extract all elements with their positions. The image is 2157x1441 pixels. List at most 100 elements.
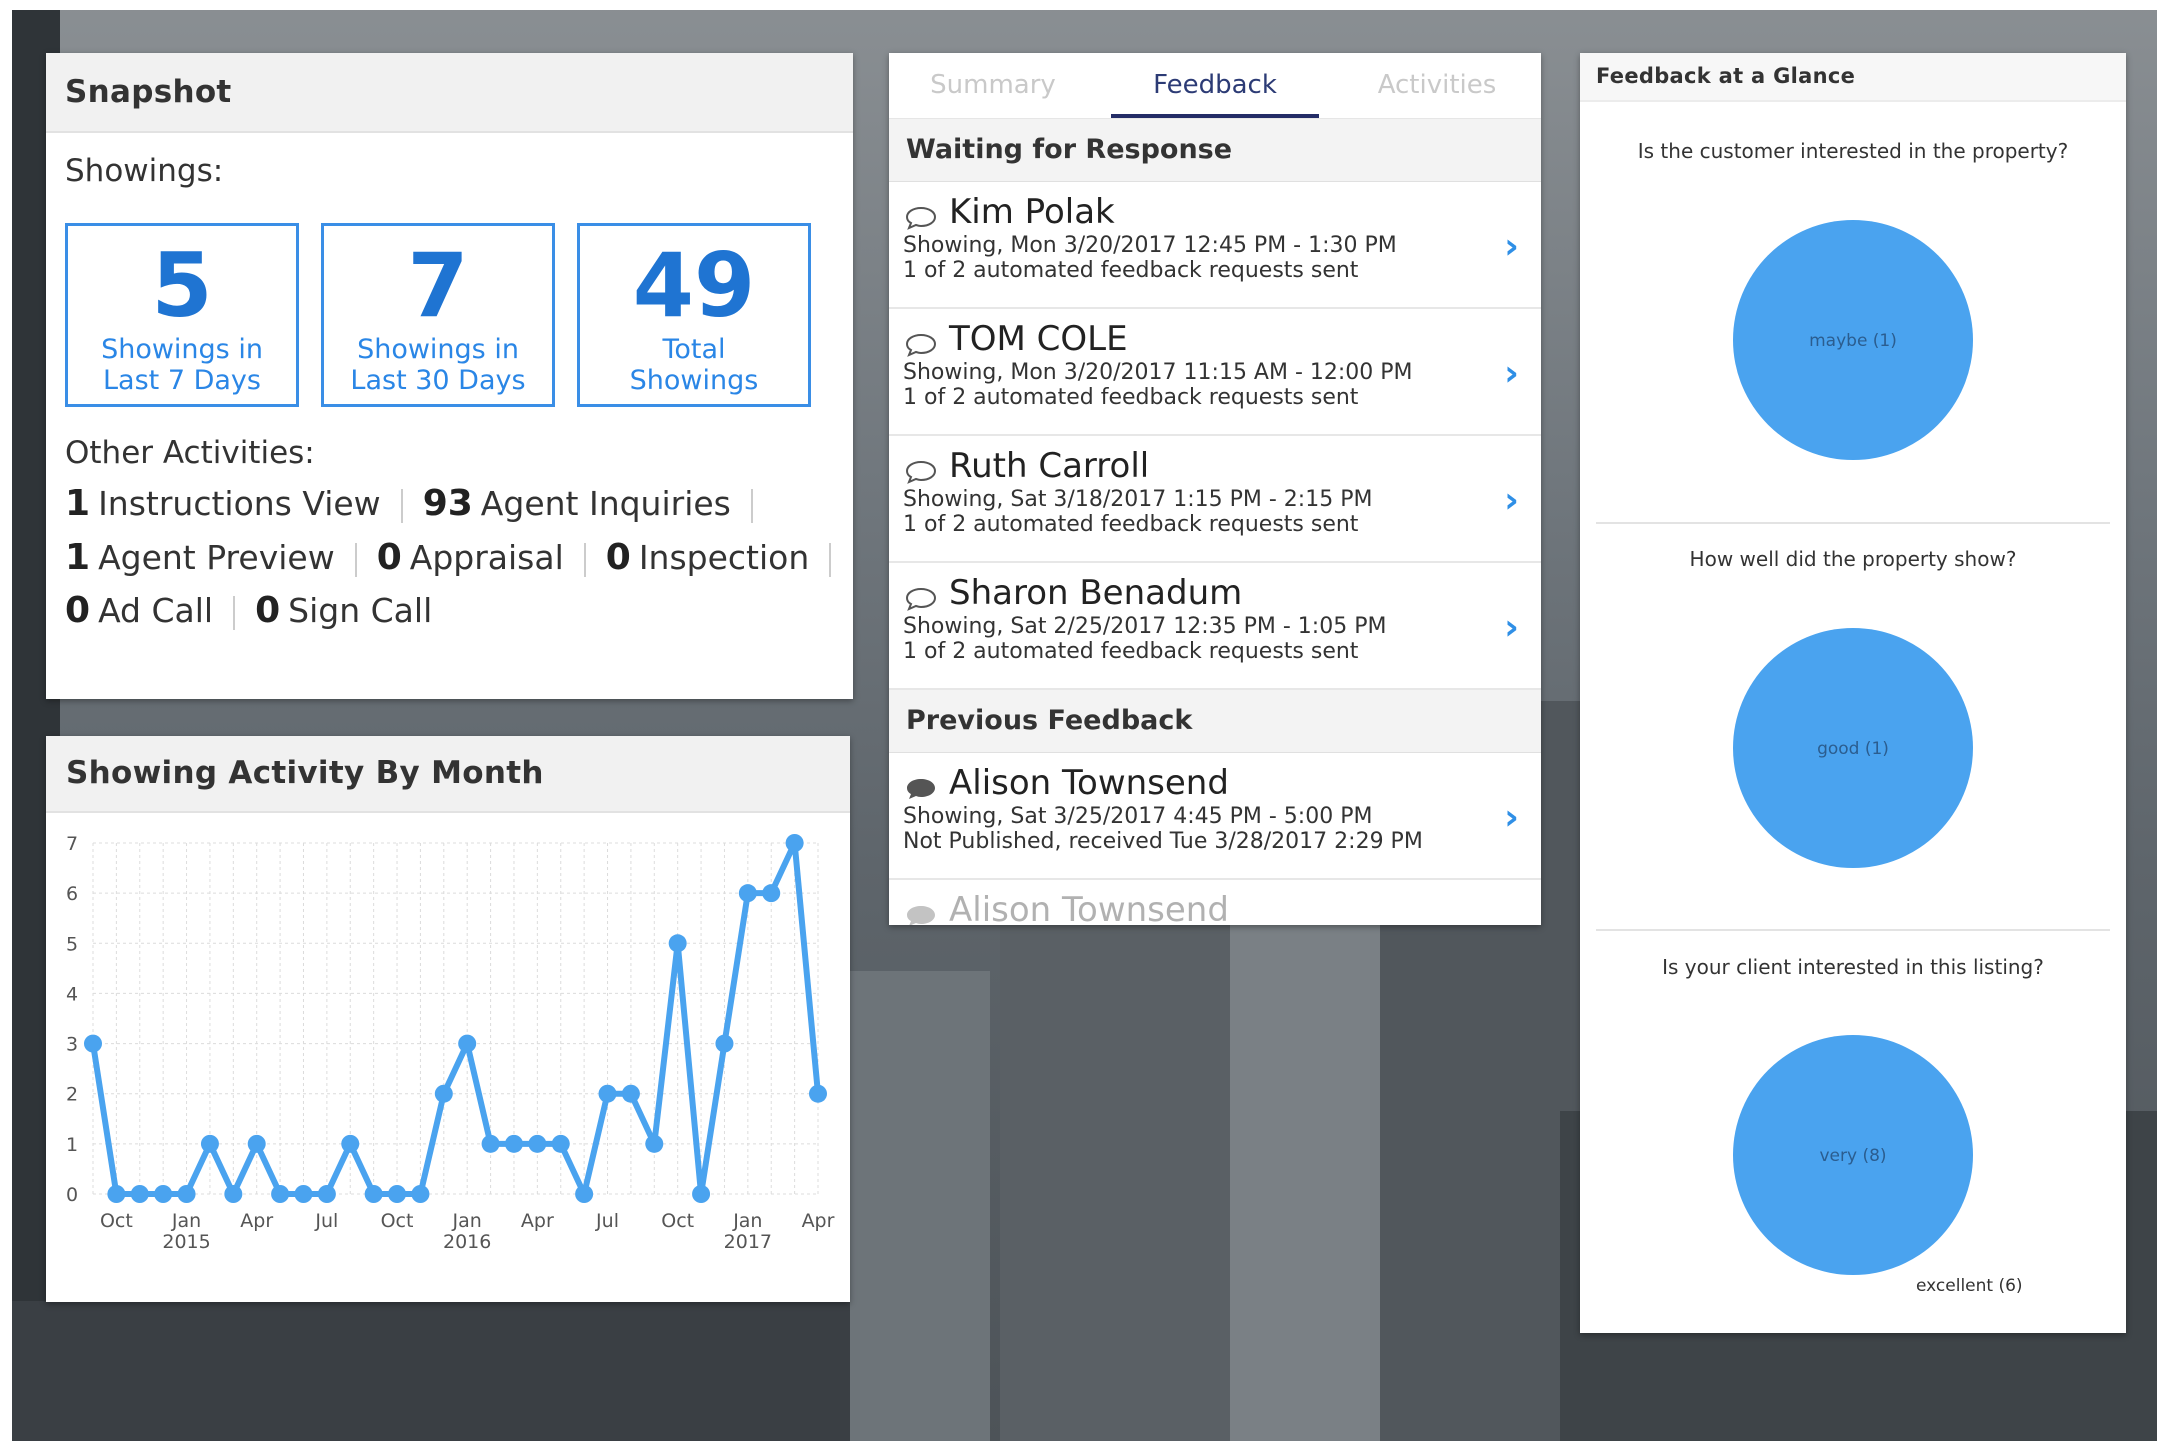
feedback-panel: Summary Feedback Activities Waiting for … (889, 53, 1541, 925)
answer-pie-chart: good (1) (1733, 628, 1973, 868)
x-tick-label: Oct (661, 1210, 694, 1232)
tab-feedback[interactable]: Feedback (1111, 53, 1319, 118)
showing-activity-chart: 01234567Oct Jan2015Apr Jul Oct Jan2016Apr Jul… (66, 833, 835, 1253)
x-tick-year-label: 2017 (724, 1231, 772, 1253)
answer-pie-chart: very (8) (1733, 1035, 1973, 1275)
y-tick-label: 7 (66, 833, 78, 855)
y-tick-label: 4 (66, 983, 78, 1005)
y-tick-label: 5 (66, 933, 78, 955)
data-point (785, 834, 804, 852)
data-point (84, 1034, 102, 1053)
contact-name: Kim Polak (949, 192, 1115, 232)
x-tick-year-label: 2015 (162, 1231, 210, 1253)
data-point (762, 884, 781, 903)
divider (354, 542, 357, 577)
x-tick-label: Apr (521, 1210, 554, 1232)
chevron-right-icon[interactable]: › (1504, 797, 1519, 838)
divider (829, 542, 832, 577)
comment-filled-icon (907, 779, 935, 799)
y-tick-label: 1 (66, 1134, 78, 1156)
showing-time: Showing, Mon 3/20/2017 11:15 AM - 12:00 … (903, 360, 1413, 385)
data-point (434, 1084, 453, 1103)
stat-caption: Showings in (357, 334, 519, 365)
y-tick-label: 2 (66, 1084, 78, 1106)
contact-name: Ruth Carroll (949, 446, 1150, 486)
pie-slice-label: very (8) (1819, 1146, 1886, 1166)
chevron-right-icon[interactable]: › (1504, 353, 1519, 394)
y-tick-label: 6 (66, 883, 78, 905)
tab-summary[interactable]: Summary (889, 53, 1097, 118)
activity-item: 1 Agent Preview (65, 537, 335, 578)
showing-activity-card: Showing Activity By Month 0 1 2 3 4 5 6 7 Oct Jan… (46, 736, 850, 1302)
x-tick-label: Jan (171, 1210, 201, 1232)
showings-stats: 5 Showings in Last 7 Days 7 Showings in … (65, 223, 835, 413)
pie-slice-label: excellent (6) (1916, 1276, 2023, 1296)
data-point (621, 1084, 640, 1103)
glance-title: Feedback at a Glance (1580, 53, 2126, 102)
x-tick-label: Jul (314, 1210, 338, 1232)
showing-time: Showing, Sat 3/18/2017 1:15 PM - 2:15 PM (903, 487, 1373, 512)
data-point (411, 1185, 430, 1203)
comment-outline-icon (905, 206, 937, 230)
y-tick-label: 3 (66, 1034, 78, 1056)
activity-item: 0 Sign Call (255, 590, 433, 631)
feedback-request-item[interactable]: Sharon Benadum Showing, Sat 2/25/2017 12… (889, 563, 1541, 690)
data-point (200, 1134, 219, 1153)
feedback-request-item[interactable]: Ruth Carroll Showing, Sat 3/18/2017 1:15… (889, 436, 1541, 563)
data-point (388, 1185, 407, 1203)
activities-row-3: 0 Ad Call 0 Sign Call (65, 590, 432, 631)
data-point (458, 1034, 477, 1053)
data-point (715, 1034, 734, 1053)
x-tick-label: Apr (240, 1210, 273, 1232)
stat-caption: Last 7 Days (103, 365, 261, 396)
showing-time: Showing, Mon 3/20/2017 12:45 PM - 1:30 P… (903, 233, 1397, 258)
chevron-right-icon[interactable]: › (1504, 607, 1519, 648)
data-point (154, 1185, 173, 1203)
stat-last-30-days[interactable]: 7 Showings in Last 30 Days (321, 223, 555, 407)
stat-last-7-days[interactable]: 5 Showings in Last 7 Days (65, 223, 299, 407)
y-tick-label: 0 (66, 1184, 78, 1206)
previous-feedback-item[interactable]: Alison Townsend (889, 880, 1541, 925)
request-status: 1 of 2 automated feedback requests sent (903, 639, 1359, 664)
divider (750, 488, 753, 523)
data-point (645, 1134, 664, 1153)
data-point (598, 1084, 617, 1103)
contact-name: Sharon Benadum (949, 573, 1243, 613)
comment-outline-icon (905, 333, 937, 357)
data-point (364, 1185, 383, 1203)
activity-item: 0 Ad Call (65, 590, 214, 631)
activity-item: 1 Instructions View (65, 483, 381, 524)
divider (233, 595, 236, 630)
request-status: 1 of 2 automated feedback requests sent (903, 385, 1359, 410)
showing-time: Showing, Sat 2/25/2017 12:35 PM - 1:05 P… (903, 614, 1387, 639)
answer-pie-chart: maybe (1) (1733, 220, 1973, 460)
x-tick-label: Oct (100, 1210, 133, 1232)
data-point (107, 1185, 126, 1203)
data-point (130, 1185, 149, 1203)
stat-total-showings[interactable]: 49 Total Showings (577, 223, 811, 407)
tab-activities[interactable]: Activities (1333, 53, 1541, 118)
feedback-request-item[interactable]: Kim Polak Showing, Mon 3/20/2017 12:45 P… (889, 182, 1541, 309)
x-tick-label: Jan (732, 1210, 762, 1232)
frame-border-left (0, 0, 12, 1441)
stat-caption: Last 30 Days (350, 365, 526, 396)
feedback-at-a-glance-card: Feedback at a Glance Is the customer int… (1580, 53, 2126, 1333)
chevron-right-icon[interactable]: › (1504, 226, 1519, 267)
data-point (177, 1185, 196, 1203)
data-point (224, 1185, 243, 1203)
data-point (317, 1185, 336, 1203)
data-point (341, 1134, 360, 1153)
data-point (247, 1134, 266, 1153)
showings-label: Showings: (65, 153, 224, 189)
stat-caption: Showings in (101, 334, 263, 365)
showing-time: Showing, Sat 3/25/2017 4:45 PM - 5:00 PM (903, 804, 1373, 829)
contact-name: TOM COLE (949, 319, 1128, 359)
feedback-tabs: Summary Feedback Activities (889, 53, 1541, 119)
chevron-right-icon[interactable]: › (1504, 480, 1519, 521)
x-tick-label: Jan (452, 1210, 482, 1232)
data-point (481, 1134, 500, 1153)
data-point (575, 1185, 594, 1203)
activity-item: 93 Agent Inquiries (422, 483, 731, 524)
feedback-request-item[interactable]: TOM COLE Showing, Mon 3/20/2017 11:15 AM… (889, 309, 1541, 436)
previous-feedback-item[interactable]: Alison Townsend Showing, Sat 3/25/2017 4… (889, 753, 1541, 880)
